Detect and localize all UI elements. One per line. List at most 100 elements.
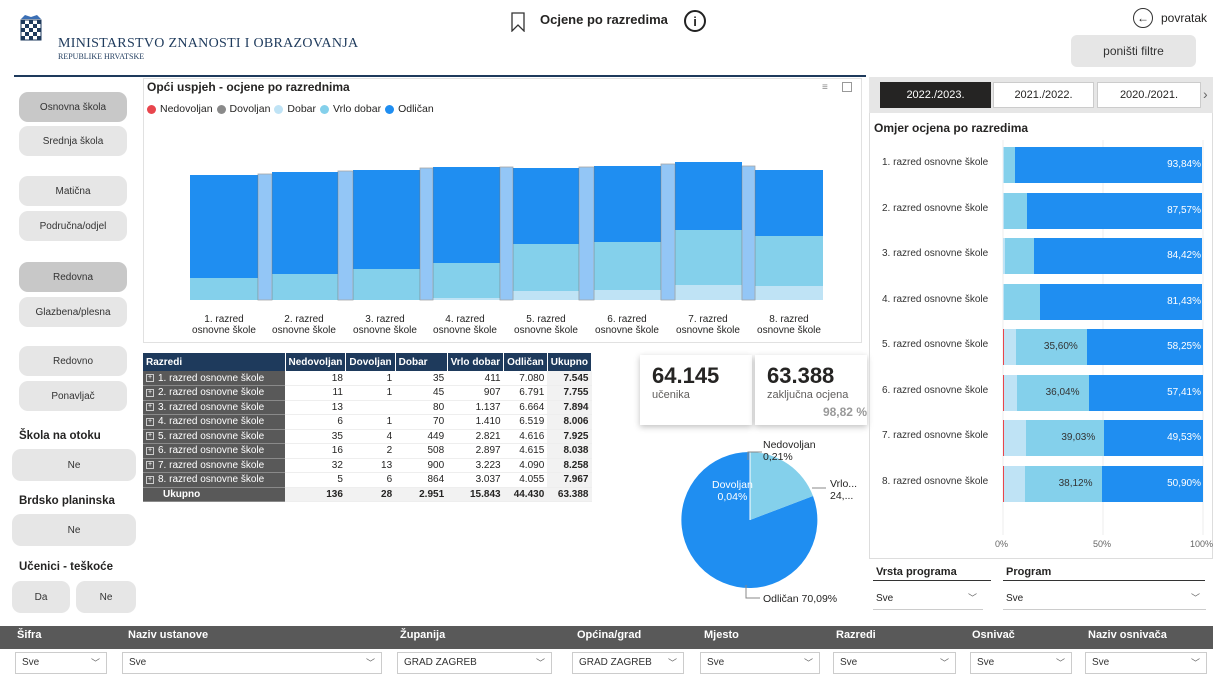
col-nedovoljan[interactable]: Nedovoljan xyxy=(285,353,347,371)
table-cell: 8.258 xyxy=(547,458,592,473)
teskoce-ne-button[interactable]: Ne xyxy=(76,581,136,613)
bar-odlican-label: 58,25% xyxy=(1167,341,1201,352)
table-cell: 864 xyxy=(395,472,448,488)
reset-filters-button[interactable]: poništi filtre xyxy=(1071,35,1196,67)
table-cell: 7.894 xyxy=(547,400,592,415)
back-link[interactable]: povratak xyxy=(1161,11,1207,25)
students-card: 64.145 učenika xyxy=(640,355,752,425)
table-cell: 7.967 xyxy=(547,472,592,488)
bookmark-icon[interactable] xyxy=(511,12,525,35)
table-cell: 8.006 xyxy=(547,414,592,430)
planinska-ne-button[interactable]: Ne xyxy=(12,514,136,546)
table-row: +4. razred osnovne škole 6 1 70 1.410 6.519 8.… xyxy=(143,414,592,430)
glazbena-button[interactable]: Glazbena/plesna xyxy=(19,297,127,327)
col-vrlo[interactable]: Vrlo dobar xyxy=(447,353,505,371)
filter-icon[interactable]: ≡ xyxy=(822,82,828,93)
table-cell: 3.037 xyxy=(447,472,504,488)
bar-category-label: 5. razred osnovne škole xyxy=(882,339,989,350)
ponavljac-button[interactable]: Ponavljač xyxy=(19,381,127,411)
table-cell: 900 xyxy=(395,458,448,473)
tab-2020[interactable]: 2020./2021. xyxy=(1097,82,1201,108)
expand-icon: + xyxy=(146,388,154,397)
col-dobar[interactable]: Dobar xyxy=(395,353,448,371)
filter-osnivac-select[interactable]: Sve ﹀ xyxy=(970,652,1072,674)
expand-icon: + xyxy=(146,461,154,470)
table-row: +1. razred osnovne škole 18 1 35 411 7.080 7.5… xyxy=(143,371,592,386)
table-cell: 508 xyxy=(395,443,448,459)
table-cell: 6 xyxy=(345,472,396,488)
table-cell: 45 xyxy=(395,385,448,401)
table-cell: 32 xyxy=(285,458,346,473)
ribbon-cat-5: 5. razred osnovne škole xyxy=(514,314,578,336)
row-label[interactable]: +3. razred osnovne škole xyxy=(143,400,285,415)
filter-sifra-select[interactable]: Sve ﹀ xyxy=(15,652,107,674)
filter-naziv-label: Naziv ustanove xyxy=(128,629,209,641)
back-arrow-icon[interactable]: ← xyxy=(1133,8,1153,28)
row-label[interactable]: +2. razred osnovne škole xyxy=(143,385,285,401)
vrsta-select[interactable]: Sve ﹀ xyxy=(873,588,983,610)
grades-count: 63.388 xyxy=(767,363,835,388)
chevron-down-icon: ﹀ xyxy=(803,658,813,668)
row-label[interactable]: +8. razred osnovne škole xyxy=(143,472,285,488)
filter-naziv-select[interactable]: Sve ﹀ xyxy=(122,652,382,674)
chevron-down-icon: ﹀ xyxy=(1190,658,1200,668)
row-label[interactable]: +1. razred osnovne škole xyxy=(143,371,285,386)
table-row: +8. razred osnovne škole 5 6 864 3.037 4.055 7… xyxy=(143,472,592,488)
col-razredi[interactable]: Razredi xyxy=(143,353,286,371)
pie-label-vrlo: Vrlo... 24,... xyxy=(830,478,858,502)
chevron-down-icon: ﹀ xyxy=(1055,658,1065,668)
expand-icon: + xyxy=(146,446,154,455)
redovno-button[interactable]: Redovno xyxy=(19,346,127,376)
col-ukupno[interactable]: Ukupno xyxy=(547,353,593,371)
legend-dot-icon xyxy=(320,104,330,114)
table-total-row: Ukupno 136 28 2.951 15.843 44.430 63.388 xyxy=(143,487,592,502)
chevron-right-icon[interactable]: › xyxy=(1203,86,1208,102)
col-dovoljan[interactable]: Dovoljan xyxy=(345,353,396,371)
info-icon[interactable]: i xyxy=(684,10,706,32)
table-cell: 70 xyxy=(395,414,448,430)
table-header-row: Razredi Nedovoljan Dovoljan Dobar Vrlo d… xyxy=(143,353,593,371)
page-title: Ocjene po razredima xyxy=(540,12,668,27)
students-label: učenika xyxy=(652,389,690,401)
filter-opcina-select[interactable]: GRAD ZAGREB ﹀ xyxy=(572,652,684,674)
row-label[interactable]: +7. razred osnovne škole xyxy=(143,458,285,473)
filter-razredi-select[interactable]: Sve ﹀ xyxy=(833,652,956,674)
filter-zupanija-select[interactable]: GRAD ZAGREB ﹀ xyxy=(397,652,552,674)
col-odlican[interactable]: Odličan xyxy=(503,353,548,371)
teskoce-da-button[interactable]: Da xyxy=(12,581,70,613)
ribbon-col-8 xyxy=(755,170,823,300)
filter-mjesto-select[interactable]: Sve ﹀ xyxy=(700,652,820,674)
legend-dot-icon xyxy=(216,104,226,114)
srednja-skola-button[interactable]: Srednja škola xyxy=(19,126,127,156)
row-label[interactable]: +5. razred osnovne škole xyxy=(143,429,285,444)
maticna-button[interactable]: Matična xyxy=(19,176,127,206)
legend-odlican: Odličan xyxy=(398,103,434,115)
table-cell: 35 xyxy=(285,429,346,444)
filter-osnivac-label: Osnivač xyxy=(972,629,1015,641)
row-label[interactable]: +6. razred osnovne škole xyxy=(143,443,285,459)
bar-vrlo-label: 38,12% xyxy=(1058,477,1093,489)
table-cell: 13 xyxy=(285,400,346,415)
focus-mode-icon[interactable] xyxy=(842,82,852,92)
chevron-down-icon: ﹀ xyxy=(667,658,677,668)
osnovna-skola-button[interactable]: Osnovna škola xyxy=(19,92,127,122)
tab-2022[interactable]: 2022./2023. xyxy=(880,82,991,108)
tab-2021[interactable]: 2021./2022. xyxy=(993,82,1094,108)
ribbon-cat-6: 6. razred osnovne škole xyxy=(595,314,659,336)
program-select[interactable]: Sve ﹀ xyxy=(1003,588,1206,610)
filter-naziv-osnivaca-select[interactable]: Sve ﹀ xyxy=(1085,652,1207,674)
podrucna-button[interactable]: Područna/odjel xyxy=(19,211,127,241)
students-count: 64.145 xyxy=(652,363,720,388)
redovna-button[interactable]: Redovna xyxy=(19,262,127,292)
filter-zupanija-label: Županija xyxy=(400,629,446,641)
row-label[interactable]: +4. razred osnovne škole xyxy=(143,414,285,430)
grades-pct: 98,82 % xyxy=(822,405,867,419)
bar-vrlo-label: 35,60% xyxy=(1043,341,1078,352)
ribbon-cat-1: 1. razred osnovne škole xyxy=(192,314,256,336)
table-cell: 1.137 xyxy=(447,400,504,415)
chevron-down-icon: ﹀ xyxy=(365,658,375,668)
table-cell: 1 xyxy=(345,414,396,430)
bar-vrlo xyxy=(1004,238,1034,274)
bar-vrlo-label: 36,04% xyxy=(1045,386,1080,398)
otok-ne-button[interactable]: Ne xyxy=(12,449,136,481)
